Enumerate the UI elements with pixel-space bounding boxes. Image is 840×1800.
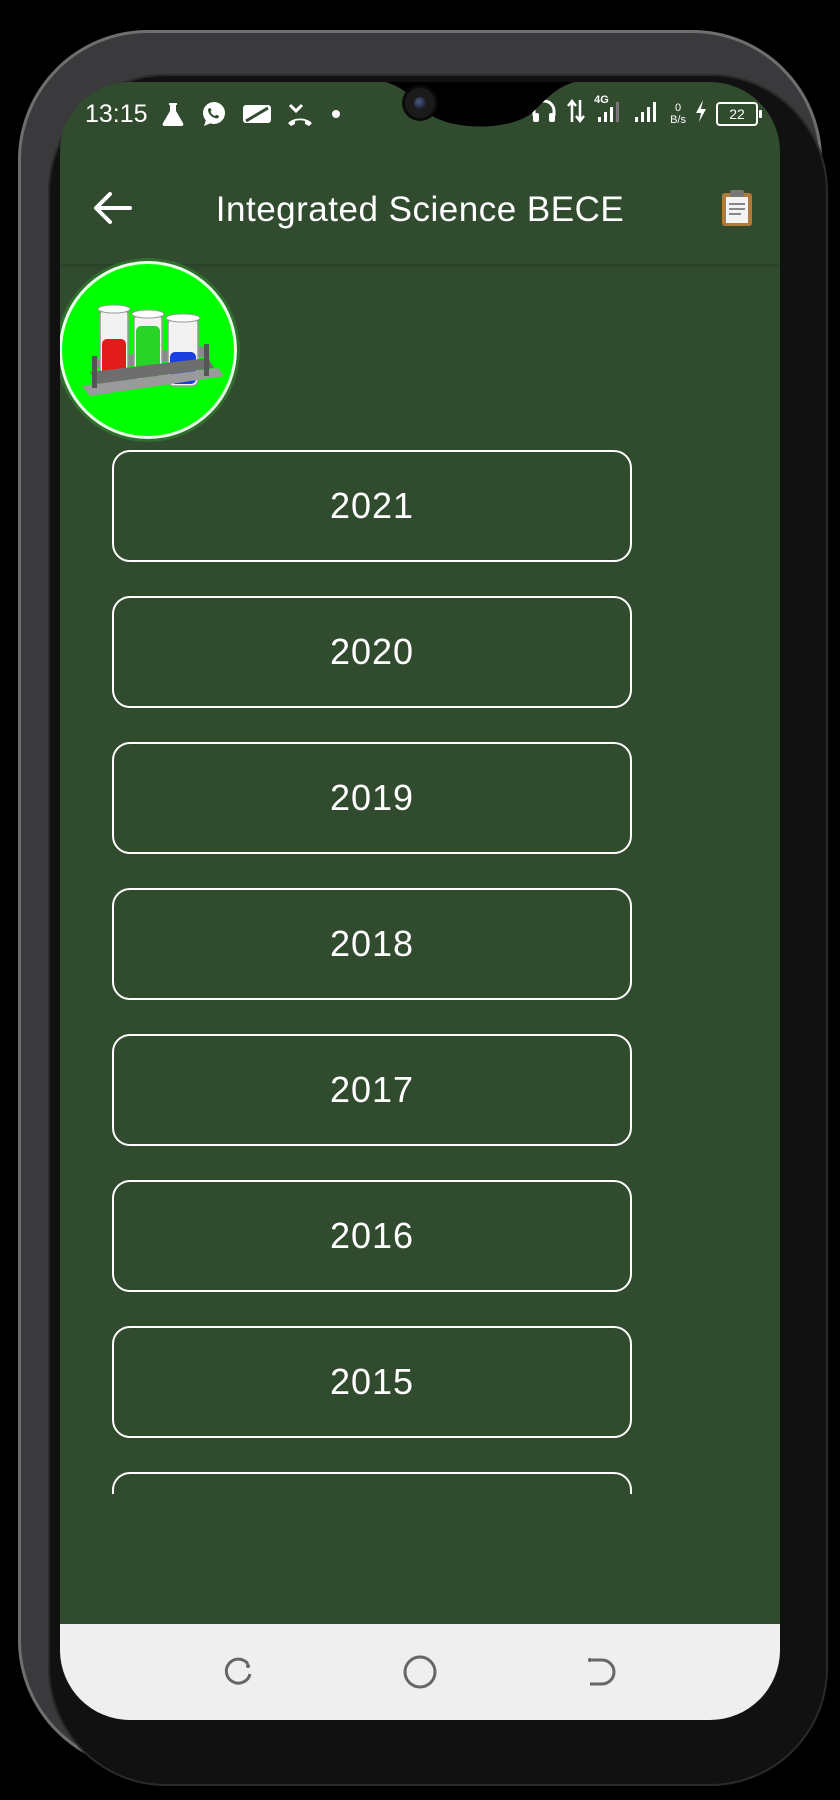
network-type: 4G: [594, 94, 609, 106]
back-icon[interactable]: [580, 1652, 620, 1692]
screen: 13:15 4G 0 B/s 22 Integrated Science BEC…: [60, 82, 780, 1720]
home-icon[interactable]: [400, 1652, 440, 1692]
notch: [384, 82, 576, 127]
year-list: 2021 2020 2019 2018 2017 2016 2015 2014: [60, 450, 780, 1494]
year-button-2015[interactable]: 2015: [112, 1326, 632, 1438]
arrow-left-icon[interactable]: [90, 188, 134, 228]
year-button-2017[interactable]: 2017: [112, 1034, 632, 1146]
signal-icon: 4G: [594, 94, 624, 129]
notification-icons: [160, 100, 344, 133]
year-button-2018[interactable]: 2018: [112, 888, 632, 1000]
app-bar: Integrated Science BECE: [60, 152, 780, 264]
message-icon: [242, 102, 272, 131]
flask-icon: [160, 101, 186, 132]
year-button-2016[interactable]: 2016: [112, 1180, 632, 1292]
charging-icon: [694, 99, 708, 128]
year-button-2014[interactable]: 2014: [112, 1472, 632, 1494]
status-time: 13:15: [85, 100, 148, 128]
clipboard-icon[interactable]: [719, 188, 755, 228]
page-title: Integrated Science BECE: [215, 190, 625, 229]
year-button-2020[interactable]: 2020: [112, 596, 632, 708]
battery-icon: 22: [716, 101, 762, 126]
missed-call-icon: [286, 101, 314, 132]
test-tubes-icon: [62, 264, 234, 436]
dot-icon: [328, 106, 344, 127]
net-speed-unit: B/s: [670, 113, 686, 126]
net-speed-value: 0: [674, 101, 682, 114]
front-camera: [405, 88, 435, 118]
year-button-2021[interactable]: 2021: [112, 450, 632, 562]
navigation-bar: [60, 1624, 780, 1720]
net-speed: 0 B/s: [670, 102, 686, 126]
recents-icon[interactable]: [220, 1652, 260, 1692]
signal-icon: [632, 98, 662, 129]
year-button-2019[interactable]: 2019: [112, 742, 632, 854]
whatsapp-icon: [200, 100, 228, 133]
